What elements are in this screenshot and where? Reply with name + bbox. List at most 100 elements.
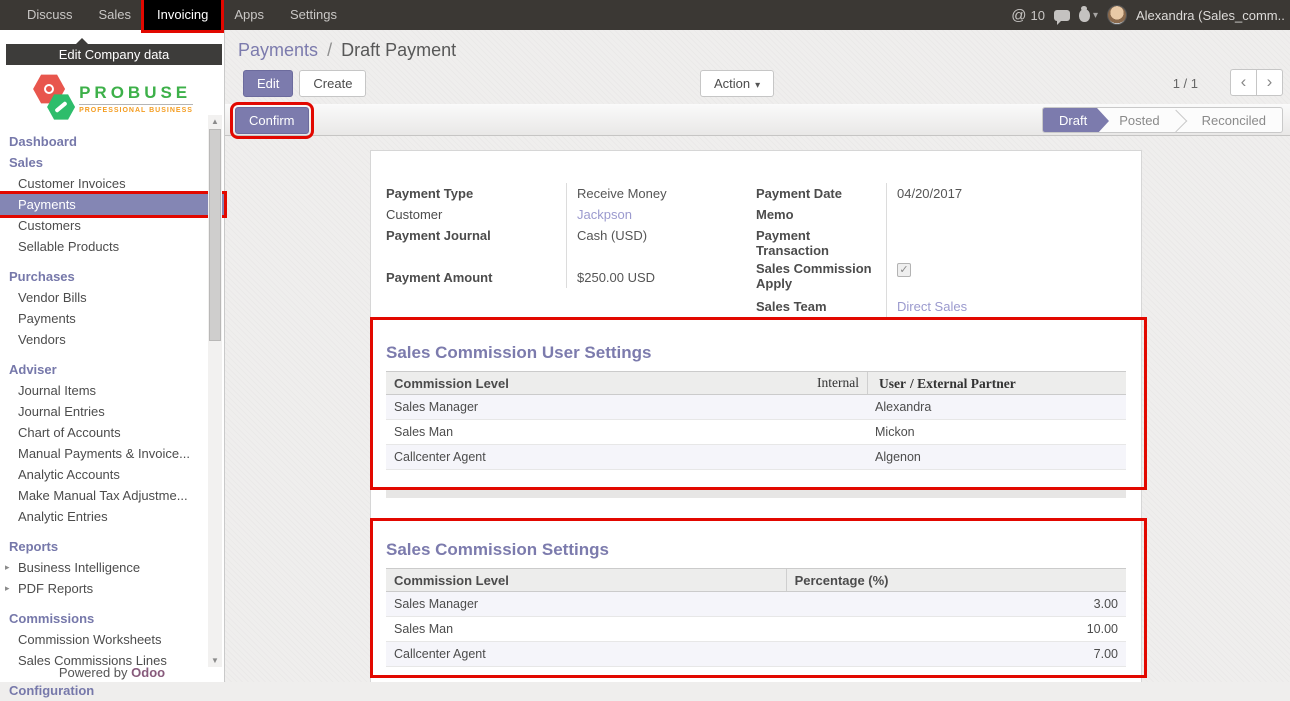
pager-next-button[interactable]: ›: [1256, 69, 1283, 96]
main-area: Payments / Draft Payment Edit Create Act…: [225, 30, 1290, 682]
sales-commission-apply-label: Sales Commission Apply: [756, 258, 886, 296]
cell-commission-level: Callcenter Agent: [386, 642, 786, 666]
payment-date-value: 04/20/2017: [886, 183, 1126, 204]
payment-amount-label: Payment Amount: [386, 267, 566, 288]
top-navbar: Discuss Sales Invoicing Apps Settings @ …: [0, 0, 1290, 30]
sidebar-item-vendors[interactable]: Vendors: [0, 329, 224, 350]
mention-icon: @: [1011, 7, 1026, 24]
cell-percentage: 7.00: [786, 642, 1126, 666]
avatar[interactable]: [1107, 5, 1127, 25]
sidebar-item-commission-worksheets[interactable]: Commission Worksheets: [0, 629, 224, 650]
breadcrumb-separator: /: [327, 40, 332, 60]
sales-commission-apply-checkbox[interactable]: ✓: [897, 263, 911, 277]
messages-icon[interactable]: [1054, 10, 1070, 21]
logo-title: PROBUSE: [79, 83, 193, 105]
sidebar-item-vendor-bills[interactable]: Vendor Bills: [0, 287, 224, 308]
debug-menu[interactable]: ▾: [1079, 9, 1098, 22]
table-row[interactable]: Callcenter Agent Algenon: [386, 445, 1126, 470]
status-bar: Confirm Draft Posted Reconciled: [225, 104, 1290, 136]
user-menu[interactable]: Alexandra (Sales_comm..: [1136, 8, 1284, 23]
powered-by-odoo: Powered by Odoo: [0, 665, 224, 680]
table-row[interactable]: Sales Man 10.00: [386, 617, 1126, 642]
cell-user: Algenon: [867, 445, 1126, 469]
sidebar-heading-adviser[interactable]: Adviser: [0, 359, 224, 380]
odoo-brand[interactable]: Odoo: [131, 665, 165, 680]
sales-team-link[interactable]: Direct Sales: [886, 296, 1126, 317]
sidebar-heading-configuration[interactable]: Configuration: [0, 680, 224, 701]
company-logo[interactable]: PROBUSE PROFESSIONAL BUSINESS: [0, 71, 224, 125]
sidebar-menu: Dashboard Sales Customer Invoices Paymen…: [0, 131, 224, 701]
scroll-up-icon[interactable]: ▲: [208, 115, 222, 128]
cell-commission-level: Sales Manager: [386, 592, 786, 616]
nav-item-sales[interactable]: Sales: [86, 0, 145, 30]
sidebar-item-journal-items[interactable]: Journal Items: [0, 380, 224, 401]
sidebar-item-analytic-entries[interactable]: Analytic Entries: [0, 506, 224, 527]
internal-header-part: Internal: [817, 375, 859, 391]
sidebar-item-pdf-reports[interactable]: ▸ PDF Reports: [0, 578, 224, 599]
create-button[interactable]: Create: [299, 70, 366, 97]
state-reconciled[interactable]: Reconciled: [1186, 108, 1282, 132]
sidebar-item-payments[interactable]: Payments: [0, 194, 224, 215]
sidebar-scrollbar[interactable]: ▲ ▼: [208, 115, 222, 667]
nav-item-discuss[interactable]: Discuss: [14, 0, 86, 30]
edit-company-tooltip: Edit Company data: [6, 44, 222, 65]
sidebar-heading-reports[interactable]: Reports: [0, 536, 224, 557]
sidebar-item-customer-invoices[interactable]: Customer Invoices: [0, 173, 224, 194]
memo-value: [886, 204, 1126, 225]
state-draft[interactable]: Draft: [1043, 108, 1097, 132]
cell-user: Mickon: [867, 420, 1126, 444]
sidebar-item-customers[interactable]: Customers: [0, 215, 224, 236]
nav-item-invoicing[interactable]: Invoicing: [144, 0, 221, 30]
nav-item-settings[interactable]: Settings: [277, 0, 350, 30]
chevron-down-icon: ▾: [755, 80, 760, 91]
sidebar-item-analytic-accounts[interactable]: Analytic Accounts: [0, 464, 224, 485]
scrollbar-thumb[interactable]: [209, 129, 221, 341]
table-row[interactable]: Sales Manager 3.00: [386, 592, 1126, 617]
sidebar-item-chart-of-accounts[interactable]: Chart of Accounts: [0, 422, 224, 443]
header-word-user: User: [879, 376, 906, 391]
chevron-separator-icon: [1176, 108, 1186, 132]
percentage-header: Percentage (%): [786, 569, 1126, 591]
memo-label: Memo: [756, 204, 886, 225]
sales-team-label: Sales Team: [756, 296, 886, 317]
cell-user: Alexandra: [867, 395, 1126, 419]
customer-link[interactable]: Jackpson: [566, 204, 756, 225]
sidebar-item-business-intelligence[interactable]: ▸ Business Intelligence: [0, 557, 224, 578]
sidebar-heading-commissions[interactable]: Commissions: [0, 608, 224, 629]
payment-form: Payment Type Receive Money Customer Jack…: [386, 183, 1126, 317]
table-row[interactable]: Callcenter Agent 7.00: [386, 642, 1126, 667]
sidebar: Edit Company data PROBUSE PROFESSIONAL B…: [0, 30, 225, 682]
cell-percentage: 3.00: [786, 592, 1126, 616]
action-dropdown[interactable]: Action ▾: [700, 70, 774, 97]
pager-previous-button[interactable]: ‹: [1230, 69, 1257, 96]
sidebar-item-purchase-payments[interactable]: Payments: [0, 308, 224, 329]
edit-button[interactable]: Edit: [243, 70, 293, 97]
commission-level-header: Commission Level: [394, 376, 509, 391]
table-row[interactable]: Sales Man Mickon: [386, 420, 1126, 445]
table-footer-strip: [386, 490, 1126, 498]
nav-item-apps[interactable]: Apps: [221, 0, 277, 30]
sidebar-item-sellable-products[interactable]: Sellable Products: [0, 236, 224, 257]
cell-commission-level: Sales Manager: [386, 395, 867, 419]
mention-counter[interactable]: @ 10: [1011, 7, 1045, 24]
cell-percentage: 10.00: [786, 617, 1126, 641]
payment-transaction-value: [886, 225, 1126, 258]
user-settings-title: Sales Commission User Settings: [386, 343, 1126, 363]
bug-icon: [1079, 9, 1090, 22]
commission-settings-title: Sales Commission Settings: [386, 540, 1126, 560]
header-word-rest: / External Partner: [910, 376, 1016, 391]
confirm-button[interactable]: Confirm: [235, 107, 309, 134]
sidebar-item-journal-entries[interactable]: Journal Entries: [0, 401, 224, 422]
action-label: Action: [714, 76, 750, 91]
sidebar-item-manual-payments[interactable]: Manual Payments & Invoice...: [0, 443, 224, 464]
table-row[interactable]: Sales Manager Alexandra: [386, 395, 1126, 420]
sidebar-heading-purchases[interactable]: Purchases: [0, 266, 224, 287]
table-header-row: Commission Level Internal User / External…: [386, 371, 1126, 395]
cell-commission-level: Callcenter Agent: [386, 445, 867, 469]
sidebar-item-manual-tax-adjustments[interactable]: Make Manual Tax Adjustme...: [0, 485, 224, 506]
sidebar-heading-dashboard[interactable]: Dashboard: [0, 131, 224, 152]
internal-user-external-partner-header: User / External Partner: [867, 372, 1126, 394]
breadcrumb-payments-link[interactable]: Payments: [238, 40, 318, 60]
commission-settings-section: Sales Commission Settings Commission Lev…: [386, 540, 1126, 667]
sidebar-heading-sales[interactable]: Sales: [0, 152, 224, 173]
